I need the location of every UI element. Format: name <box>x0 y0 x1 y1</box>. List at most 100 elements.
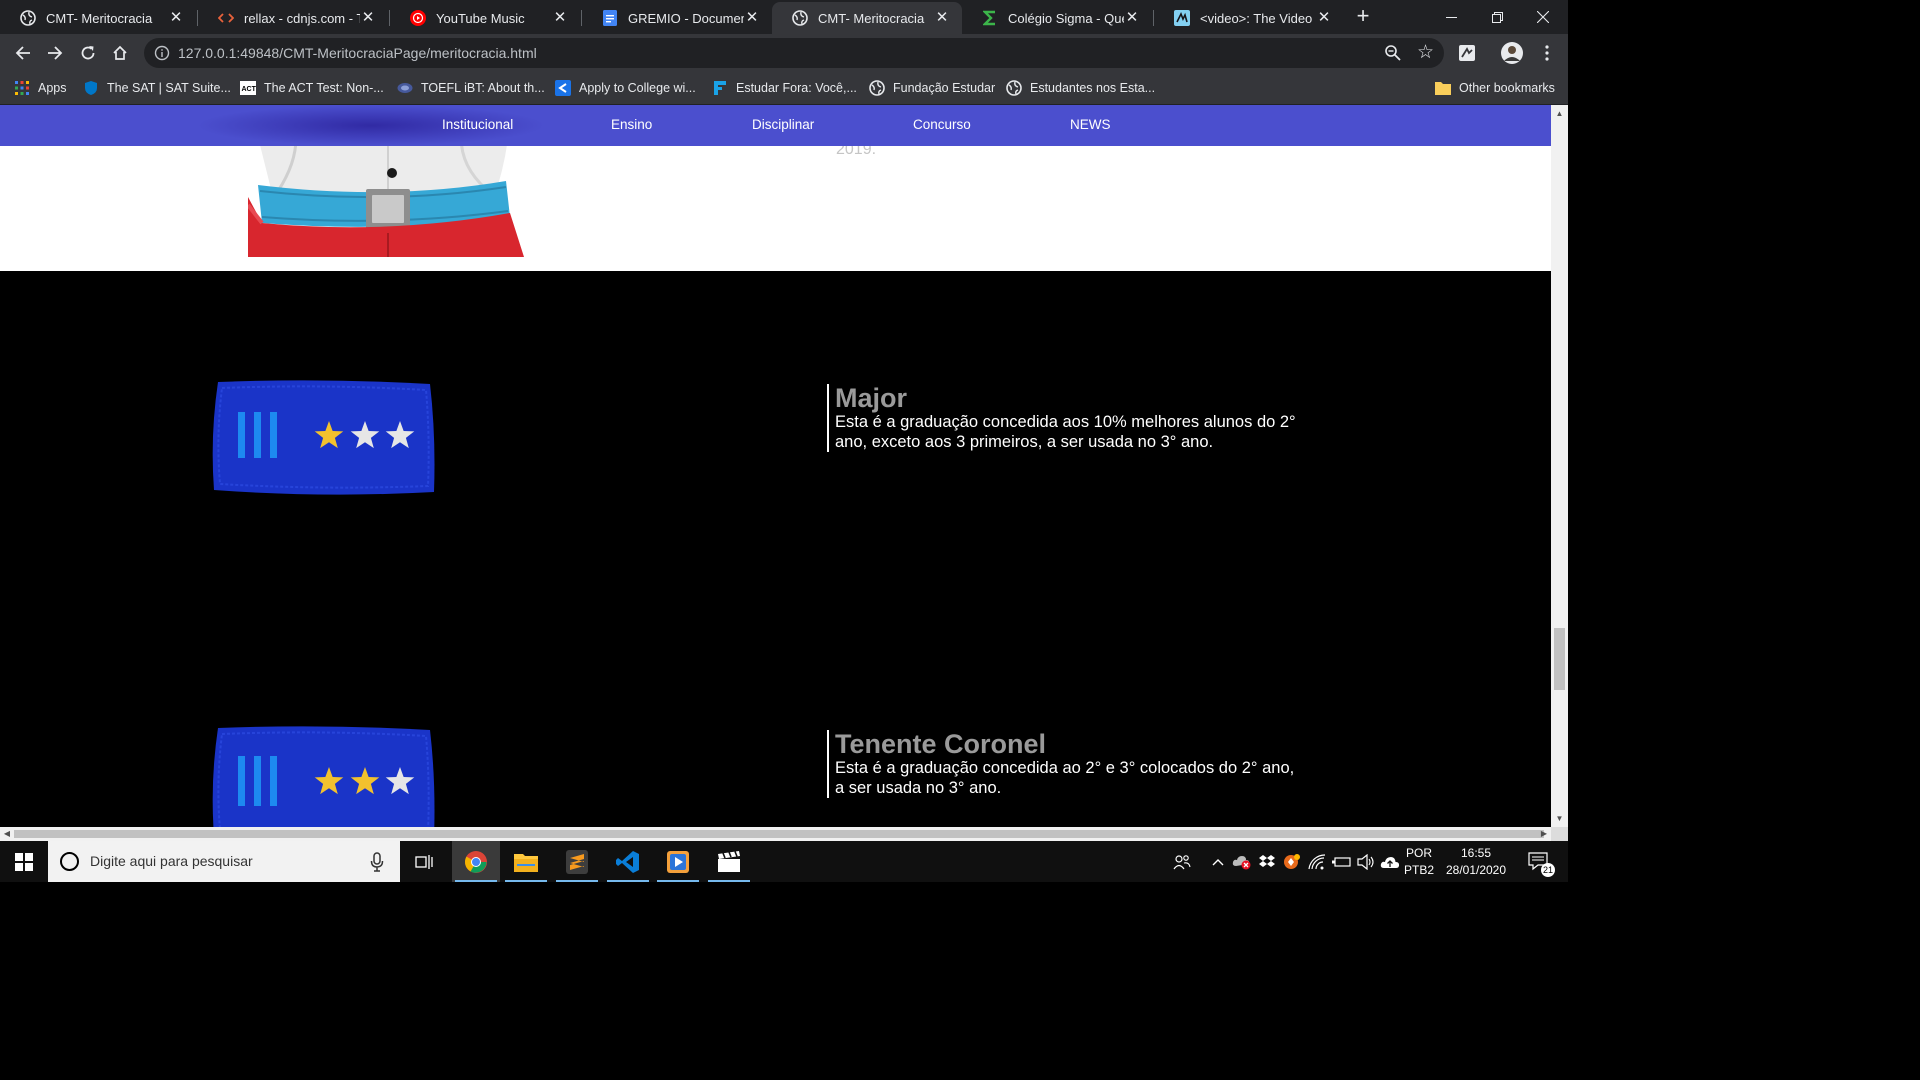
action-center-button[interactable]: 21 <box>1522 841 1556 882</box>
tray-onedrive[interactable] <box>1379 841 1401 882</box>
bookmark-label: Apply to College wi... <box>579 81 696 95</box>
clock[interactable]: 16:55 28/01/2020 <box>1440 845 1512 879</box>
close-icon[interactable]: ✕ <box>744 10 760 26</box>
globe-icon <box>20 10 36 26</box>
address-bar[interactable]: 127.0.0.1:49848/CMT-MeritocraciaPage/mer… <box>144 38 1444 68</box>
tray-battery[interactable] <box>1331 841 1353 882</box>
forward-button[interactable] <box>42 40 68 66</box>
search-placeholder: Digite aqui para pesquisar <box>90 853 253 869</box>
tray-wifi[interactable] <box>1306 841 1328 882</box>
back-button[interactable] <box>10 40 36 66</box>
notification-count-badge: 21 <box>1541 863 1555 877</box>
other-bookmarks[interactable]: Other bookmarks <box>1435 78 1555 98</box>
close-window-button[interactable] <box>1520 0 1566 34</box>
extension-button[interactable] <box>1454 40 1480 66</box>
reload-button[interactable] <box>75 40 101 66</box>
cortana-icon <box>60 852 79 871</box>
bookmark-estudantes-eua[interactable]: Estudantes nos Esta... <box>1006 78 1155 98</box>
new-tab-button[interactable]: + <box>1352 5 1374 28</box>
tray-cloud-error[interactable] <box>1231 841 1253 882</box>
people-button[interactable] <box>1168 841 1196 882</box>
nav-news[interactable]: NEWS <box>1070 117 1111 132</box>
rank-insignia-tenente-coronel <box>212 726 437 827</box>
tray-app-alert[interactable] <box>1281 841 1303 882</box>
globe-icon <box>869 80 885 96</box>
task-view-button[interactable] <box>400 841 448 882</box>
microphone-icon[interactable] <box>370 852 384 872</box>
nav-disciplinar[interactable]: Disciplinar <box>752 117 814 132</box>
bookmark-label: The SAT | SAT Suite... <box>107 81 231 95</box>
svg-text:ACT: ACT <box>242 86 257 93</box>
close-icon[interactable]: ✕ <box>1124 10 1140 26</box>
tab-title: Colégio Sigma - Quem <box>1008 10 1124 26</box>
toefl-icon <box>397 80 413 96</box>
globe-icon <box>792 10 808 26</box>
start-button[interactable] <box>0 841 48 882</box>
minimize-button[interactable] <box>1428 0 1474 34</box>
bookmark-toefl[interactable]: TOEFL iBT: About th... <box>397 78 545 98</box>
vertical-scrollbar[interactable]: ▲ ▼ <box>1551 105 1568 827</box>
zoom-icon[interactable] <box>1384 44 1402 62</box>
taskbar-file-explorer[interactable] <box>502 841 550 882</box>
common-app-icon <box>555 80 571 96</box>
scroll-down-arrow-icon[interactable]: ▼ <box>1551 810 1568 827</box>
tab-title: CMT- Meritocracia <box>818 10 925 26</box>
windows-logo-icon <box>15 852 33 871</box>
taskbar-media-player[interactable] <box>654 841 702 882</box>
tab-youtube-music[interactable]: YouTube Music ✕ <box>390 2 580 34</box>
shield-icon <box>83 80 99 96</box>
cloud-upload-icon <box>1380 856 1400 868</box>
restore-icon <box>1491 11 1503 23</box>
avatar-icon <box>1501 42 1523 64</box>
horizontal-scroll-thumb[interactable] <box>14 830 1544 838</box>
bookmark-common-app[interactable]: Apply to College wi... <box>555 78 696 98</box>
bookmark-star-icon[interactable]: ☆ <box>1417 41 1434 64</box>
reload-icon <box>81 46 95 60</box>
bookmark-sat[interactable]: The SAT | SAT Suite... <box>83 78 231 98</box>
taskbar-video-editor[interactable] <box>705 841 753 882</box>
close-icon[interactable]: ✕ <box>168 10 184 26</box>
scroll-left-arrow-icon[interactable]: ◀ <box>0 827 14 841</box>
bookmark-act[interactable]: ACT The ACT Test: Non-... <box>240 78 384 98</box>
input-language[interactable]: POR PTB2 <box>1401 845 1437 879</box>
tab-rellax[interactable]: rellax - cdnjs.com - The ✕ <box>198 2 388 34</box>
close-icon[interactable]: ✕ <box>1316 10 1332 26</box>
tab-title: YouTube Music <box>436 10 525 26</box>
close-icon[interactable]: ✕ <box>360 10 376 26</box>
tray-volume[interactable] <box>1355 841 1377 882</box>
tray-overflow-button[interactable] <box>1207 841 1229 882</box>
nav-institucional[interactable]: Institucional <box>442 117 513 132</box>
tab-colegio-sigma[interactable]: Colégio Sigma - Quem ✕ <box>962 2 1152 34</box>
tray-dropbox[interactable] <box>1256 841 1278 882</box>
nav-ensino[interactable]: Ensino <box>611 117 652 132</box>
close-icon[interactable]: ✕ <box>552 10 568 26</box>
tab-strip: CMT- Meritocracia ✕ rellax - cdnjs.com -… <box>0 0 1568 34</box>
menu-button[interactable] <box>1534 40 1560 66</box>
scroll-up-arrow-icon[interactable]: ▲ <box>1551 105 1568 122</box>
tab-cmt-meritocracia-active[interactable]: CMT- Meritocracia ✕ <box>772 2 962 34</box>
info-icon[interactable] <box>154 45 170 61</box>
taskbar-sublime-text[interactable] <box>553 841 601 882</box>
taskbar-search[interactable]: Digite aqui para pesquisar <box>48 841 400 882</box>
bookmark-apps[interactable]: Apps <box>14 78 67 98</box>
nav-concurso[interactable]: Concurso <box>913 117 971 132</box>
scroll-right-arrow-icon[interactable]: ▶ <box>1537 827 1551 841</box>
bookmark-fundacao-estudar[interactable]: Fundação Estudar <box>869 78 995 98</box>
tab-gremio-documentos[interactable]: GREMIO - Documentos ✕ <box>582 2 772 34</box>
close-icon[interactable]: ✕ <box>934 10 950 26</box>
media-player-icon <box>667 850 689 873</box>
vertical-scroll-thumb[interactable] <box>1554 628 1565 690</box>
tab-cmt-meritocracia-1[interactable]: CMT- Meritocracia ✕ <box>0 2 196 34</box>
tab-video-element[interactable]: <video>: The Video Em ✕ <box>1154 2 1344 34</box>
rank-text-tenente-coronel: Tenente Coronel Esta é a graduação conce… <box>827 730 1297 798</box>
home-button[interactable] <box>107 40 133 66</box>
taskbar-chrome[interactable] <box>452 841 500 882</box>
restore-button[interactable] <box>1474 0 1520 34</box>
home-icon <box>113 45 127 60</box>
taskbar-vscode[interactable] <box>604 841 652 882</box>
apps-grid-icon <box>14 80 30 96</box>
horizontal-scrollbar[interactable]: ◀ ▶ <box>0 827 1551 841</box>
bookmark-estudar-fora[interactable]: Estudar Fora: Você,... <box>712 78 857 98</box>
profile-avatar[interactable] <box>1499 40 1525 66</box>
folder-icon <box>514 853 538 872</box>
